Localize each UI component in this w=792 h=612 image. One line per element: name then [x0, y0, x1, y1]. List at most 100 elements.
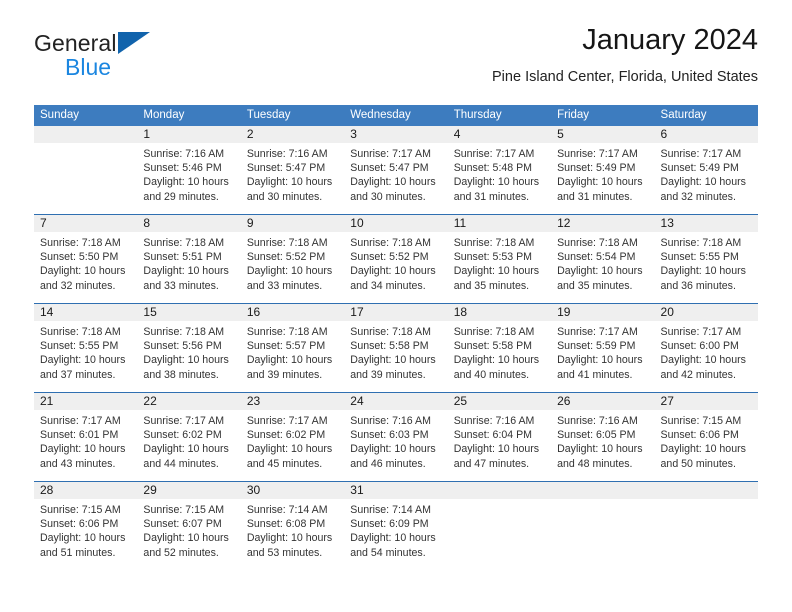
day-info-line: Sunset: 5:46 PM [143, 162, 222, 175]
day-info-line: and 54 minutes. [350, 546, 426, 559]
day-info-line: Sunset: 6:02 PM [246, 429, 326, 442]
day-cell-12[interactable]: 12 Sunrise: 7:18 AM Sunset: 5:54 PM Dayligh… [551, 215, 655, 303]
day-info-line: Sunset: 5:49 PM [660, 162, 739, 175]
day-cell-7[interactable]: 7 Sunrise: 7:18 AM Sunset: 5:50 PM Daylight… [34, 215, 138, 303]
day-cell-17[interactable]: 17 Sunrise: 7:18 AM Sunset: 5:58 PM Dayligh… [344, 304, 448, 392]
day-number: 13 [654, 215, 758, 232]
day-number [551, 482, 655, 499]
day-info-line: Sunset: 5:59 PM [557, 340, 636, 353]
day-sun-info: Sunrise: 7:17 AM Sunset: 6:01 PM Daylight:… [34, 410, 137, 471]
day-sun-info: Sunrise: 7:15 AM Sunset: 6:07 PM Daylight:… [137, 499, 240, 560]
day-cell-14[interactable]: 14 Sunrise: 7:18 AM Sunset: 5:55 PM Dayligh… [34, 304, 138, 392]
day-cell-31[interactable]: 31 Sunrise: 7:14 AM Sunset: 6:09 PM Dayligh… [344, 482, 448, 570]
day-number: 28 [34, 482, 138, 499]
day-cell-empty [654, 482, 758, 570]
day-cell-8[interactable]: 8 Sunrise: 7:18 AM Sunset: 5:51 PM Daylight… [137, 215, 241, 303]
day-cell-24[interactable]: 24 Sunrise: 7:16 AM Sunset: 6:03 PM Dayligh… [344, 393, 448, 481]
day-info-line: Daylight: 10 hours [660, 443, 746, 456]
day-cell-19[interactable]: 19 Sunrise: 7:17 AM Sunset: 5:59 PM Dayligh… [551, 304, 655, 392]
page-title: January 2024 [582, 24, 758, 56]
day-info-line: Sunrise: 7:16 AM [557, 415, 638, 427]
day-cell-29[interactable]: 29 Sunrise: 7:15 AM Sunset: 6:07 PM Dayligh… [137, 482, 241, 570]
day-info-line: Sunrise: 7:18 AM [660, 237, 742, 249]
calendar-weeks: 1 Sunrise: 7:16 AM Sunset: 5:46 PM Daylight… [34, 126, 758, 570]
day-number: 9 [240, 215, 345, 232]
day-cell-27[interactable]: 27 Sunrise: 7:15 AM Sunset: 6:06 PM Dayligh… [654, 393, 758, 481]
day-cell-9[interactable]: 9 Sunrise: 7:18 AM Sunset: 5:52 PM Daylight… [240, 215, 345, 303]
day-cell-18[interactable]: 18 Sunrise: 7:18 AM Sunset: 5:58 PM Dayligh… [447, 304, 552, 392]
day-sun-info: Sunrise: 7:18 AM Sunset: 5:58 PM Daylight:… [344, 321, 447, 382]
day-info-line: Sunrise: 7:17 AM [350, 148, 431, 160]
day-cell-1[interactable]: 1 Sunrise: 7:16 AM Sunset: 5:46 PM Daylight… [137, 126, 241, 214]
day-sun-info: Sunrise: 7:18 AM Sunset: 5:54 PM Daylight:… [551, 232, 654, 293]
weekday-header-wednesday: Wednesday [350, 109, 411, 121]
day-cell-23[interactable]: 23 Sunrise: 7:17 AM Sunset: 6:02 PM Dayligh… [240, 393, 345, 481]
day-info-line: Sunrise: 7:16 AM [453, 415, 535, 427]
day-info-line: Sunrise: 7:18 AM [453, 237, 535, 249]
day-info-line: and 51 minutes. [40, 546, 116, 559]
day-number: 22 [137, 393, 241, 410]
day-info-line: Sunset: 5:52 PM [350, 251, 429, 264]
day-sun-info: Sunrise: 7:18 AM Sunset: 5:50 PM Daylight:… [34, 232, 137, 293]
day-cell-30[interactable]: 30 Sunrise: 7:14 AM Sunset: 6:08 PM Dayligh… [240, 482, 345, 570]
day-cell-empty [447, 482, 552, 570]
day-info-line: Daylight: 10 hours [246, 176, 333, 189]
day-number: 7 [34, 215, 138, 232]
calendar-week-row: 21 Sunrise: 7:17 AM Sunset: 6:01 PM Dayligh… [34, 392, 758, 481]
day-info-line: Sunset: 5:49 PM [557, 162, 636, 175]
day-info-line: Sunrise: 7:17 AM [246, 415, 328, 427]
day-info-line: Sunset: 5:50 PM [40, 251, 119, 264]
day-info-line: Daylight: 10 hours [453, 443, 540, 456]
day-info-line: Daylight: 10 hours [557, 354, 643, 367]
day-sun-info: Sunrise: 7:16 AM Sunset: 5:47 PM Daylight:… [241, 143, 344, 204]
day-number: 26 [551, 393, 655, 410]
day-info-line: Sunset: 5:54 PM [557, 251, 636, 264]
day-cell-28[interactable]: 28 Sunrise: 7:15 AM Sunset: 6:06 PM Dayligh… [34, 482, 138, 570]
day-info-line: Sunset: 6:07 PM [143, 518, 222, 531]
day-number: 10 [344, 215, 448, 232]
day-cell-21[interactable]: 21 Sunrise: 7:17 AM Sunset: 6:01 PM Dayligh… [34, 393, 138, 481]
day-info-line: Daylight: 10 hours [246, 354, 333, 367]
day-info-line: and 48 minutes. [557, 457, 633, 470]
day-info-line: Daylight: 10 hours [660, 176, 746, 189]
day-info-line: Daylight: 10 hours [40, 532, 126, 545]
day-info-line: Sunset: 5:51 PM [143, 251, 222, 264]
day-number: 11 [447, 215, 552, 232]
day-info-line: Daylight: 10 hours [246, 443, 333, 456]
day-number: 25 [447, 393, 552, 410]
day-cell-16[interactable]: 16 Sunrise: 7:18 AM Sunset: 5:57 PM Dayligh… [240, 304, 345, 392]
day-cell-22[interactable]: 22 Sunrise: 7:17 AM Sunset: 6:02 PM Dayligh… [137, 393, 241, 481]
day-cell-13[interactable]: 13 Sunrise: 7:18 AM Sunset: 5:55 PM Dayligh… [654, 215, 758, 303]
logo-text-blue: Blue [65, 54, 112, 80]
day-sun-info: Sunrise: 7:17 AM Sunset: 6:02 PM Daylight:… [137, 410, 240, 471]
day-cell-25[interactable]: 25 Sunrise: 7:16 AM Sunset: 6:04 PM Dayligh… [447, 393, 552, 481]
day-cell-2[interactable]: 2 Sunrise: 7:16 AM Sunset: 5:47 PM Daylight… [240, 126, 345, 214]
day-info-line: and 31 minutes. [557, 190, 633, 203]
day-info-line: Sunset: 5:53 PM [453, 251, 533, 264]
day-number [447, 482, 552, 499]
day-cell-15[interactable]: 15 Sunrise: 7:18 AM Sunset: 5:56 PM Dayligh… [137, 304, 241, 392]
day-number: 1 [137, 126, 241, 143]
day-cell-10[interactable]: 10 Sunrise: 7:18 AM Sunset: 5:52 PM Dayligh… [344, 215, 448, 303]
day-number: 8 [137, 215, 241, 232]
calendar-page: General Blue January 2024 Pine Island Ce… [0, 0, 792, 612]
general-blue-logo[interactable]: General Blue [34, 30, 214, 86]
day-info-line: Daylight: 10 hours [246, 532, 333, 545]
day-cell-6[interactable]: 6 Sunrise: 7:17 AM Sunset: 5:49 PM Daylight… [654, 126, 758, 214]
day-info-line: and 40 minutes. [453, 368, 530, 381]
day-info-line: Sunrise: 7:17 AM [143, 415, 225, 427]
day-cell-3[interactable]: 3 Sunrise: 7:17 AM Sunset: 5:47 PM Daylight… [344, 126, 448, 214]
day-number: 27 [654, 393, 758, 410]
day-info-line: Sunset: 6:05 PM [557, 429, 636, 442]
day-cell-5[interactable]: 5 Sunrise: 7:17 AM Sunset: 5:49 PM Daylight… [551, 126, 655, 214]
day-cell-empty [34, 126, 138, 214]
day-sun-info: Sunrise: 7:18 AM Sunset: 5:58 PM Daylight:… [448, 321, 551, 382]
day-cell-20[interactable]: 20 Sunrise: 7:17 AM Sunset: 6:00 PM Dayligh… [654, 304, 758, 392]
day-info-line: Daylight: 10 hours [557, 176, 643, 189]
day-cell-26[interactable]: 26 Sunrise: 7:16 AM Sunset: 6:05 PM Dayligh… [551, 393, 655, 481]
day-info-line: Sunrise: 7:18 AM [350, 237, 431, 249]
day-cell-4[interactable]: 4 Sunrise: 7:17 AM Sunset: 5:48 PM Daylight… [447, 126, 552, 214]
day-info-line: Sunrise: 7:14 AM [350, 504, 431, 516]
day-info-line: and 47 minutes. [453, 457, 530, 470]
day-cell-11[interactable]: 11 Sunrise: 7:18 AM Sunset: 5:53 PM Dayligh… [447, 215, 552, 303]
